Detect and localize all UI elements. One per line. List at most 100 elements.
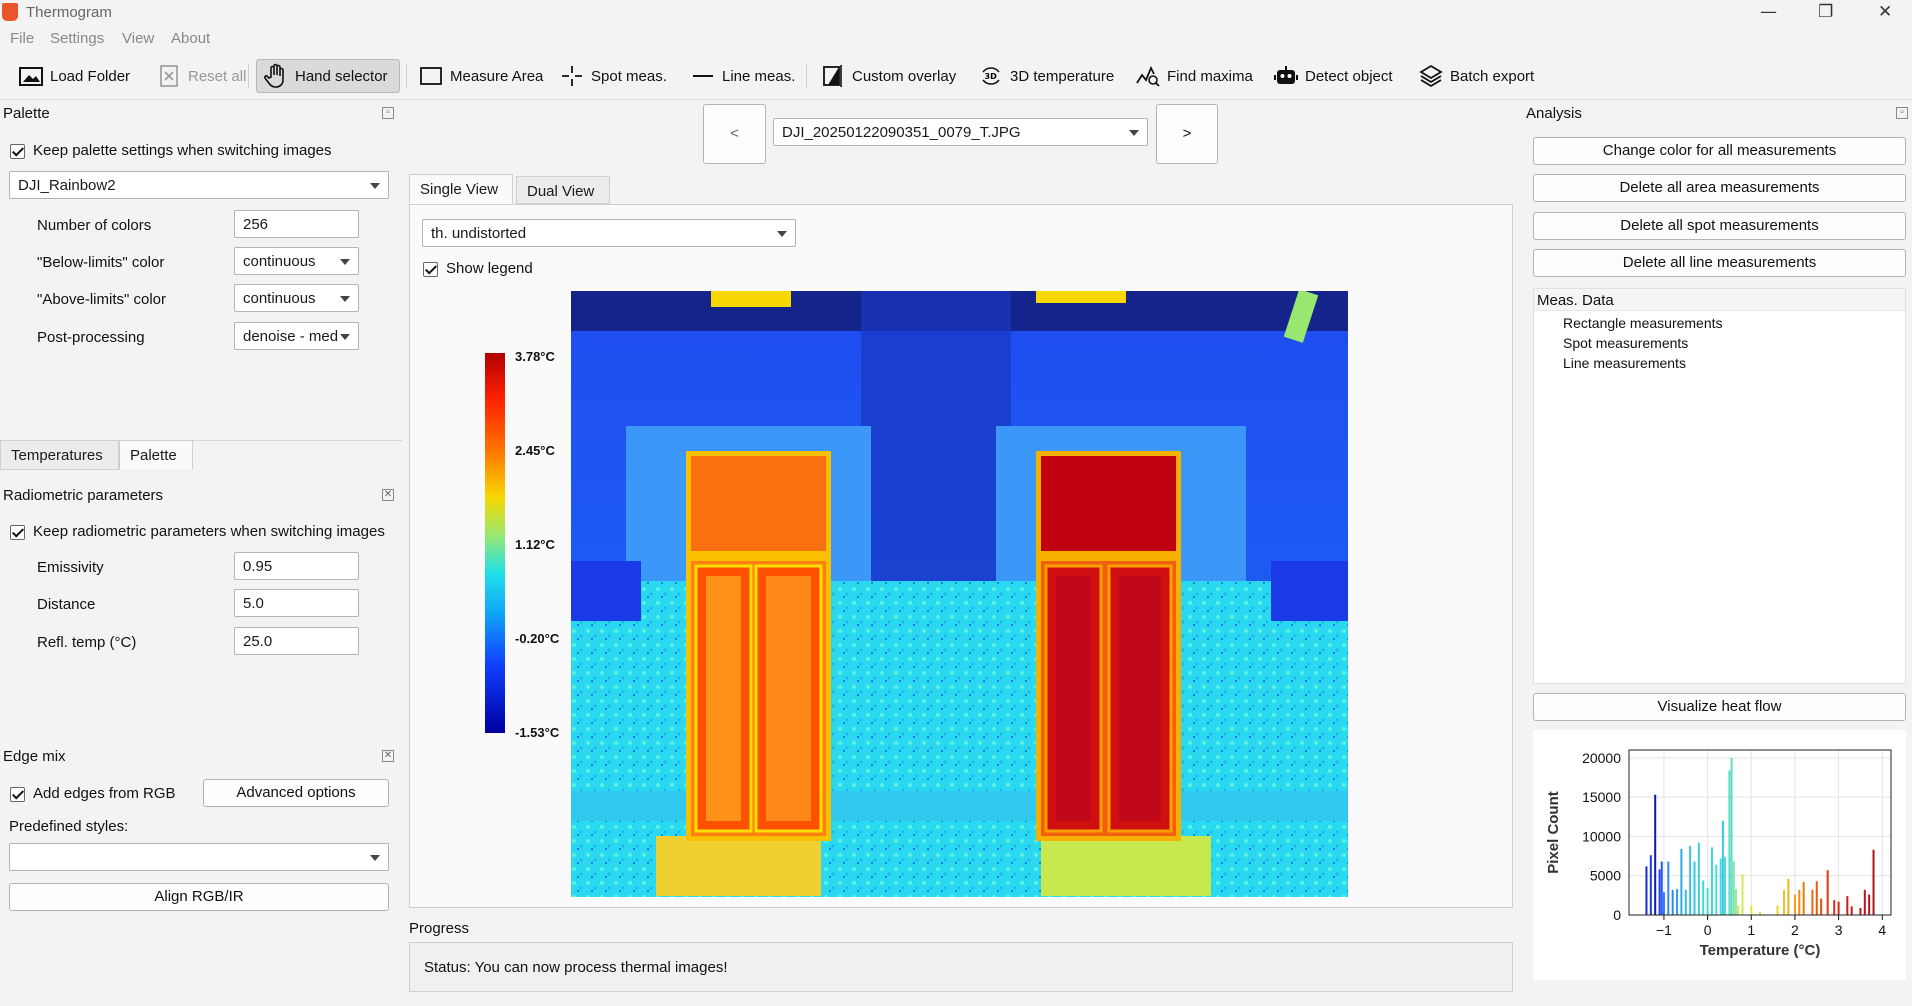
minimize-button[interactable]: — (1760, 2, 1777, 22)
x-tick-label: 2 (1791, 922, 1799, 938)
y-tick-label: 20000 (1582, 750, 1621, 766)
spot-meas-button[interactable]: Spot meas. (553, 59, 673, 93)
reset-all-button[interactable]: Reset all (150, 59, 252, 93)
add-edges-checkbox[interactable] (10, 787, 25, 802)
toolbar-separator (248, 64, 249, 88)
next-image-button[interactable]: > (1156, 104, 1218, 164)
image-folder-icon (19, 67, 43, 86)
dock-float-icon[interactable]: ▫ (382, 107, 394, 119)
emissivity-input[interactable]: 0.95 (234, 552, 359, 580)
legend-tick: 2.45°C (515, 443, 555, 458)
detect-object-button[interactable]: Detect object (1267, 59, 1399, 93)
menu-about[interactable]: About (171, 30, 210, 47)
above-limits-value: continuous (243, 290, 316, 307)
menu-bar: File Settings View About (0, 26, 1912, 52)
legend-max: 3.78°C (515, 349, 555, 364)
delete-line-button[interactable]: Delete all line measurements (1533, 249, 1906, 277)
image-file-select[interactable]: DJI_20250122090351_0079_T.JPG (773, 118, 1148, 146)
meas-data-tree: Meas. Data Rectangle measurements Spot m… (1533, 288, 1906, 684)
below-limits-select[interactable]: continuous (234, 247, 359, 275)
tree-item-line[interactable]: Line measurements (1563, 355, 1686, 371)
load-folder-label: Load Folder (50, 67, 131, 85)
hand-selector-button[interactable]: Hand selector (256, 59, 400, 93)
measure-area-button[interactable]: Measure Area (412, 59, 549, 93)
3d-temperature-label: 3D temperature (1010, 67, 1115, 85)
tab-palette[interactable]: Palette (119, 440, 193, 470)
chevron-down-icon (370, 855, 380, 861)
svg-text:3D: 3D (985, 72, 998, 81)
below-limits-label: "Below-limits" color (37, 254, 165, 271)
find-maxima-button[interactable]: Find maxima (1129, 59, 1259, 93)
palette-select[interactable]: DJI_Rainbow2 (9, 171, 389, 199)
distance-label: Distance (37, 596, 96, 613)
tree-item-spot[interactable]: Spot measurements (1563, 335, 1688, 351)
chevron-down-icon (777, 231, 787, 237)
post-processing-label: Post-processing (37, 329, 145, 346)
tab-dual-view[interactable]: Dual View (516, 176, 610, 204)
prev-image-button[interactable]: < (703, 104, 766, 164)
dock-close-icon[interactable]: ✕ (382, 750, 394, 762)
chevron-down-icon (340, 259, 350, 265)
layers-icon (1419, 64, 1443, 88)
delete-spot-button[interactable]: Delete all spot measurements (1533, 212, 1906, 240)
menu-settings[interactable]: Settings (50, 30, 104, 47)
predefined-styles-select[interactable] (9, 843, 389, 871)
view-mode-value: th. undistorted (431, 225, 527, 242)
window-title: Thermogram (26, 4, 112, 21)
dock-close-icon[interactable]: ✕ (382, 489, 394, 501)
change-color-button[interactable]: Change color for all measurements (1533, 137, 1906, 165)
keep-radiometric-label: Keep radiometric parameters when switchi… (33, 523, 385, 540)
x-tick-label: 1 (1747, 922, 1755, 938)
show-legend-checkbox[interactable] (423, 262, 438, 277)
advanced-options-button[interactable]: Advanced options (203, 779, 389, 807)
legend-tick: -0.20°C (515, 631, 560, 646)
add-edges-label: Add edges from RGB (33, 785, 176, 802)
keep-radiometric-checkbox[interactable] (10, 525, 25, 540)
menu-file[interactable]: File (10, 30, 34, 47)
predefined-styles-label: Predefined styles: (9, 818, 129, 835)
delete-area-button[interactable]: Delete all area measurements (1533, 174, 1906, 202)
toolbar-separator (806, 64, 807, 88)
hand-selector-label: Hand selector (295, 67, 388, 85)
view-mode-select[interactable]: th. undistorted (422, 219, 796, 247)
close-button[interactable]: ✕ (1878, 2, 1892, 22)
3d-temperature-button[interactable]: 3D 3D temperature (972, 59, 1120, 93)
below-limits-value: continuous (243, 253, 316, 270)
keep-palette-checkbox[interactable] (10, 144, 25, 159)
chevron-down-icon (370, 183, 380, 189)
post-processing-select[interactable]: denoise - med (234, 322, 359, 350)
above-limits-select[interactable]: continuous (234, 284, 359, 312)
reset-all-label: Reset all (188, 67, 247, 85)
robot-icon (1274, 66, 1298, 84)
load-folder-button[interactable]: Load Folder (12, 59, 136, 93)
title-bar: Thermogram — ❐ ✕ (0, 0, 1912, 26)
restore-button[interactable]: ❐ (1818, 2, 1833, 22)
thermal-image[interactable] (571, 291, 1348, 897)
align-rgb-ir-button[interactable]: Align RGB/IR (9, 883, 389, 911)
tree-item-rectangle[interactable]: Rectangle measurements (1563, 315, 1723, 331)
line-meas-button[interactable]: Line meas. (684, 59, 801, 93)
tab-temperatures[interactable]: Temperatures (0, 440, 119, 470)
refl-temp-input[interactable]: 25.0 (234, 627, 359, 655)
distance-input[interactable]: 5.0 (234, 589, 359, 617)
visualize-heat-flow-button[interactable]: Visualize heat flow (1533, 693, 1906, 721)
menu-view[interactable]: View (122, 30, 154, 47)
tab-single-view[interactable]: Single View (409, 174, 513, 204)
num-colors-label: Number of colors (37, 217, 152, 234)
custom-overlay-button[interactable]: Custom overlay (814, 59, 962, 93)
status-text: Status: You can now process thermal imag… (424, 959, 728, 976)
histogram-chart: 0 5000 10000 15000 20000 −1 0 1 2 3 4 Temperature (… (1533, 730, 1906, 980)
legend-tick: 1.12°C (515, 537, 555, 552)
line-meas-label: Line meas. (722, 67, 796, 85)
num-colors-input[interactable]: 256 (234, 210, 359, 238)
rectangle-icon (420, 67, 442, 85)
batch-export-button[interactable]: Batch export (1412, 59, 1540, 93)
toolbar-separator (406, 64, 407, 88)
refl-temp-label: Refl. temp (°C) (37, 634, 137, 651)
dock-float-icon[interactable]: ▫ (1896, 107, 1908, 119)
histogram-svg: 0 5000 10000 15000 20000 −1 0 1 2 3 4 Temperature (… (1545, 749, 1892, 959)
status-box: Status: You can now process thermal imag… (409, 942, 1513, 992)
image-file-value: DJI_20250122090351_0079_T.JPG (782, 124, 1021, 141)
y-tick-label: 15000 (1582, 789, 1621, 805)
chevron-down-icon (340, 334, 350, 340)
